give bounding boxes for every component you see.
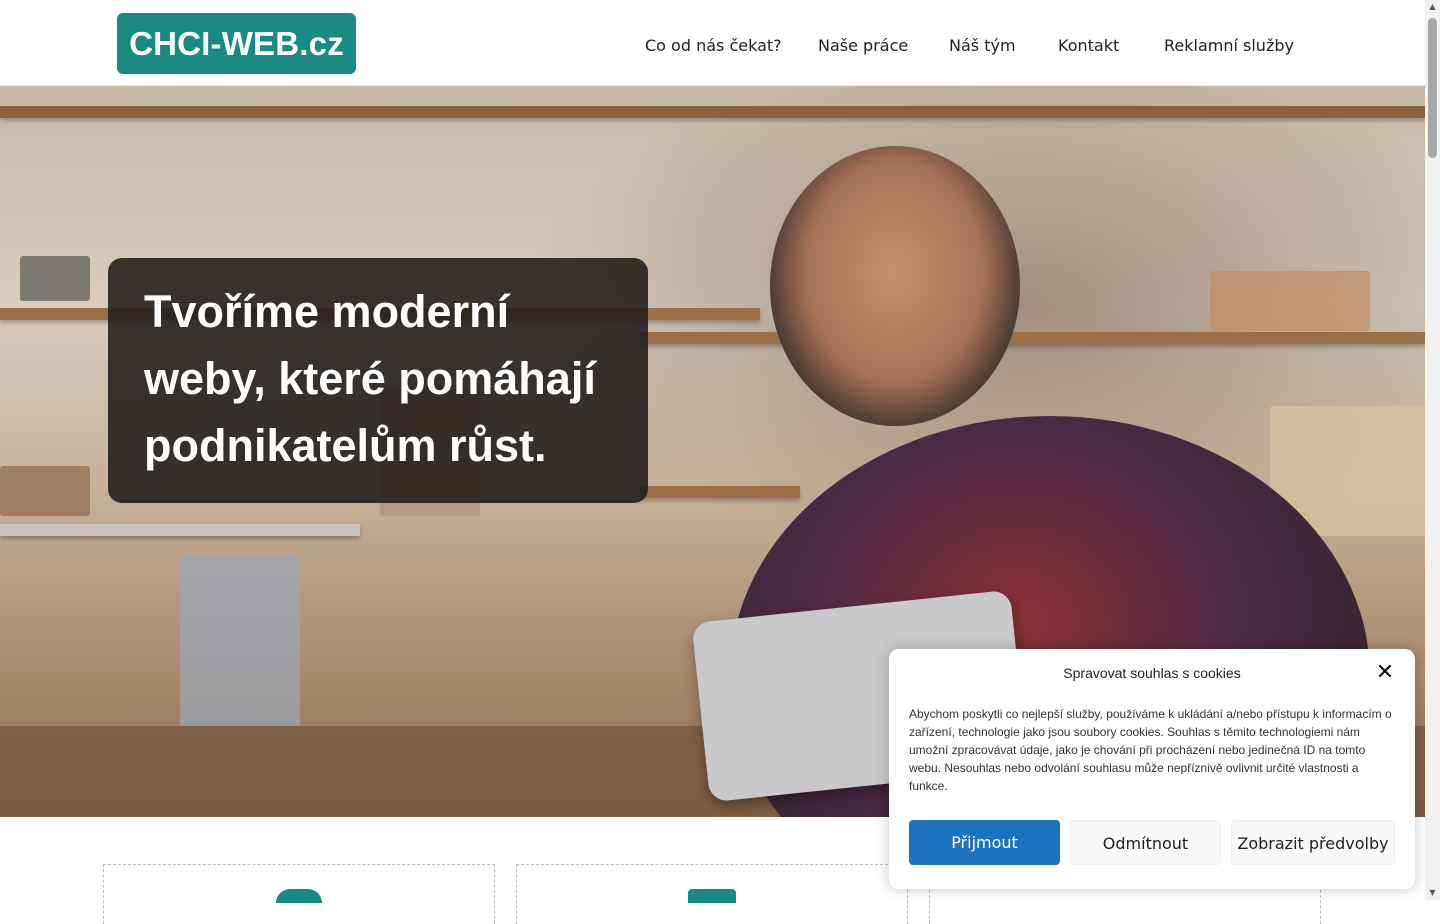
close-icon[interactable]: ✕ (1374, 662, 1396, 684)
accept-cookies-button[interactable]: Přijmout (909, 820, 1060, 865)
page-scrollbar[interactable]: ▲ ▼ (1425, 0, 1440, 900)
site-header: CHCI-WEB.cz Co od nás čekat? Naše práce … (0, 0, 1425, 86)
cookie-consent-dialog: Spravovat souhlas s cookies ✕ Abychom po… (889, 649, 1415, 889)
deny-cookies-button[interactable]: Odmítnout (1070, 820, 1221, 865)
hero-headline-card: Tvoříme moderní weby, které pomáhají pod… (108, 258, 648, 503)
feature-card-1 (103, 864, 495, 924)
scroll-down-arrow-icon[interactable]: ▼ (1425, 886, 1440, 900)
nav-item-kontakt[interactable]: Kontakt (1058, 36, 1119, 55)
nav-item-nase-prace[interactable]: Naše práce (818, 36, 908, 55)
hero-title-line-2: weby, které pomáhají (144, 353, 596, 404)
browser-icon (688, 889, 736, 903)
cookie-dialog-text: Abychom poskytli co nejlepší služby, pou… (909, 707, 1392, 793)
hero-title: Tvoříme moderní weby, které pomáhají pod… (144, 278, 612, 479)
scroll-up-arrow-icon[interactable]: ▲ (1425, 0, 1440, 14)
feature-card-2 (516, 864, 908, 924)
cookie-dialog-title: Spravovat souhlas s cookies (1063, 665, 1241, 681)
hero-title-line-1: Tvoříme moderní (144, 286, 510, 337)
nav-item-nas-tym[interactable]: Náš tým (949, 36, 1016, 55)
main-nav: Co od nás čekat? Naše práce Náš tým Kont… (0, 36, 1425, 60)
cookie-preferences-button[interactable]: Zobrazit předvolby (1231, 820, 1395, 865)
speed-icon (276, 889, 322, 903)
nav-item-co-od-nas-cekat[interactable]: Co od nás čekat? (645, 36, 782, 55)
scrollbar-thumb[interactable] (1428, 18, 1437, 158)
hero-title-line-3: podnikatelům růst. (144, 420, 547, 471)
nav-item-reklamni-sluzby[interactable]: Reklamní služby (1164, 36, 1294, 55)
